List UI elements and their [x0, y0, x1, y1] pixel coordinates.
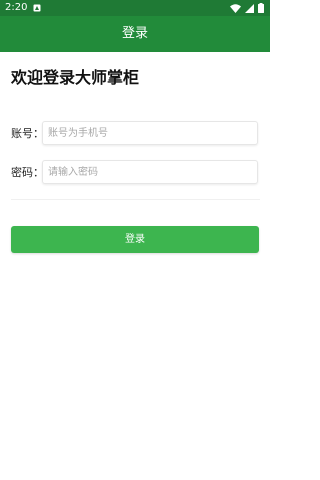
signal-icon: [245, 3, 254, 13]
app-bar: 登录: [0, 16, 270, 52]
notification-icon: [33, 4, 41, 12]
divider: [11, 199, 260, 200]
login-button[interactable]: 登录: [11, 226, 259, 253]
status-icons: [230, 3, 264, 13]
wifi-icon: [230, 3, 241, 13]
password-row: 密码：: [11, 160, 260, 186]
account-row: 账号：: [11, 121, 260, 147]
page-title: 欢迎登录大师掌柜: [11, 68, 140, 87]
password-input[interactable]: [42, 160, 258, 184]
password-label: 密码：: [11, 166, 44, 179]
account-label: 账号：: [11, 127, 44, 140]
status-time: 2:20: [5, 2, 28, 13]
app-bar-title: 登录: [121, 26, 148, 41]
status-bar: 2:20: [0, 0, 270, 16]
battery-icon: [258, 3, 264, 13]
account-input[interactable]: [42, 121, 258, 145]
